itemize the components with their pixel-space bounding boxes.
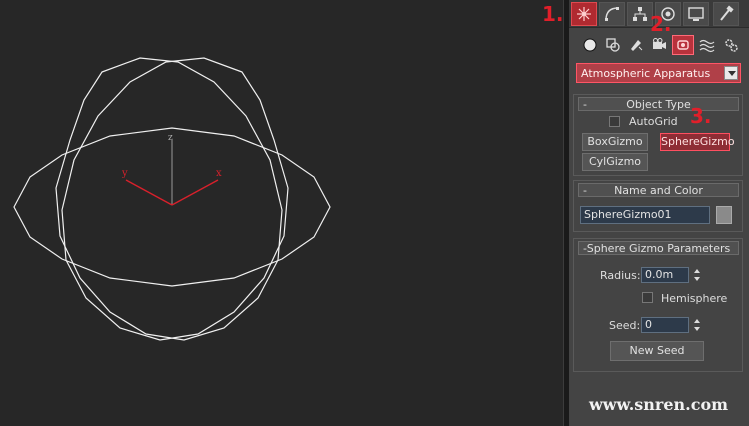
sphere-gizmo-parameters-rollout: - Sphere Gizmo Parameters Radius: 0.0m H… bbox=[573, 238, 743, 372]
create-star-icon bbox=[577, 7, 591, 21]
radius-spinner[interactable] bbox=[692, 267, 702, 283]
axis-y-label: y bbox=[121, 168, 128, 179]
modify-arc-icon bbox=[605, 7, 619, 21]
helper-tape-icon bbox=[677, 40, 689, 50]
hierarchy-icon bbox=[633, 7, 647, 21]
name-and-color-rollout-header[interactable]: - Name and Color bbox=[578, 183, 739, 197]
step-marker-1: 1. bbox=[542, 2, 564, 26]
category-dropdown[interactable]: Atmospheric Apparatus bbox=[576, 63, 741, 83]
camera-icon bbox=[653, 38, 666, 49]
gizmo-ring-diagonal-b bbox=[61, 57, 289, 341]
watermark: www.snren.com bbox=[589, 395, 729, 414]
shapes-icon bbox=[606, 38, 620, 52]
systems-button[interactable] bbox=[720, 35, 742, 55]
axis-y-line bbox=[125, 179, 173, 206]
name-and-color-title: Name and Color bbox=[614, 184, 703, 197]
lights-button[interactable] bbox=[625, 35, 647, 55]
name-and-color-rollout: - Name and Color SphereGizmo01 bbox=[573, 180, 743, 232]
boxgizmo-button[interactable]: BoxGizmo bbox=[582, 133, 648, 151]
step-marker-3: 3. bbox=[690, 104, 712, 128]
autogrid-checkbox[interactable] bbox=[609, 116, 620, 127]
axis-x-line bbox=[171, 179, 219, 206]
command-panel: Atmospheric Apparatus - Object Type Auto… bbox=[569, 0, 749, 426]
gizmo-ring-diagonal-a bbox=[55, 57, 283, 341]
chevron-down-icon[interactable] bbox=[724, 66, 738, 80]
cylgizmo-button[interactable]: CylGizmo bbox=[582, 153, 648, 171]
seed-field[interactable]: 0 bbox=[641, 317, 689, 333]
seed-spinner[interactable] bbox=[692, 317, 702, 333]
modify-tab[interactable] bbox=[599, 2, 625, 26]
create-tab[interactable] bbox=[571, 2, 597, 26]
step-marker-2: 2. bbox=[650, 12, 672, 36]
spheregizmo-button[interactable]: SphereGizmo bbox=[660, 133, 735, 151]
radius-field[interactable]: 0.0m bbox=[641, 267, 689, 283]
radius-label: Radius: bbox=[600, 269, 641, 282]
hemisphere-label: Hemisphere bbox=[661, 292, 728, 305]
object-type-rollout: - Object Type AutoGrid BoxGizmo SphereGi… bbox=[573, 94, 743, 176]
viewport-canvas[interactable]: z x y bbox=[0, 0, 563, 426]
sphere-gizmo-parameters-rollout-header[interactable]: - Sphere Gizmo Parameters bbox=[578, 241, 739, 255]
display-monitor-icon bbox=[688, 7, 704, 21]
object-name-field[interactable]: SphereGizmo01 bbox=[580, 206, 710, 224]
sphere-gizmo-parameters-title: Sphere Gizmo Parameters bbox=[586, 242, 731, 255]
display-tab[interactable] bbox=[683, 2, 709, 26]
viewport[interactable]: z x y bbox=[0, 0, 563, 426]
sphere-icon bbox=[583, 38, 597, 52]
light-icon bbox=[631, 40, 643, 51]
space-warps-button[interactable] bbox=[696, 35, 718, 55]
new-seed-button[interactable]: New Seed bbox=[610, 341, 704, 361]
axis-z-label: z bbox=[168, 133, 173, 143]
hammer-icon bbox=[720, 5, 734, 21]
gears-icon bbox=[725, 39, 738, 52]
utilities-tab[interactable] bbox=[713, 2, 739, 26]
shapes-button[interactable] bbox=[602, 35, 624, 55]
object-type-rollout-header[interactable]: - Object Type bbox=[578, 97, 739, 111]
object-color-swatch[interactable] bbox=[716, 206, 732, 224]
axis-x-label: x bbox=[216, 168, 222, 179]
create-subcategory-row bbox=[569, 33, 749, 57]
geometry-button[interactable] bbox=[579, 35, 601, 55]
seed-label: Seed: bbox=[609, 319, 641, 332]
hemisphere-checkbox[interactable] bbox=[642, 292, 653, 303]
cameras-button[interactable] bbox=[648, 35, 670, 55]
space-warp-icon bbox=[699, 39, 715, 53]
category-dropdown-value: Atmospheric Apparatus bbox=[581, 67, 711, 80]
object-type-title: Object Type bbox=[626, 98, 691, 111]
autogrid-label: AutoGrid bbox=[629, 115, 678, 128]
helpers-button[interactable] bbox=[672, 35, 694, 55]
